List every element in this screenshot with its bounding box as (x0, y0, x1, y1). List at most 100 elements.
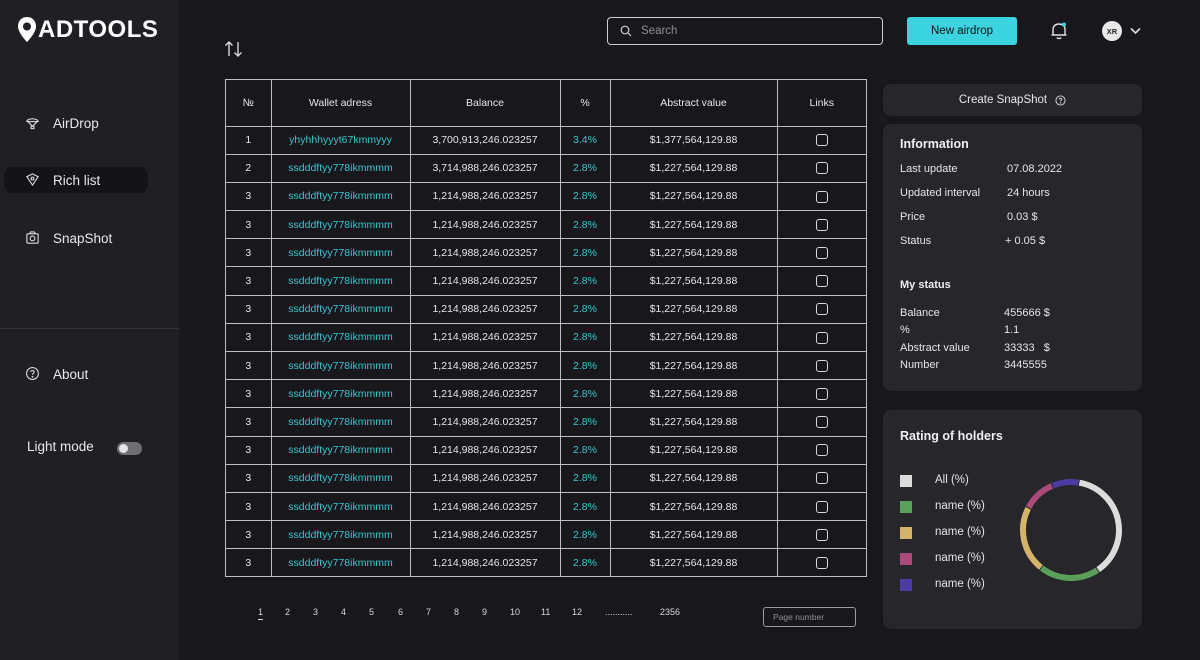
cell-links (776, 463, 866, 493)
cell-wallet-address[interactable]: ssdddftyy778ikmmmm (270, 463, 411, 493)
row-checkbox[interactable] (815, 218, 828, 231)
sidebar-item-rich-list[interactable]: Rich list (4, 167, 148, 193)
page-number-input[interactable] (773, 612, 853, 622)
cell-number: 3 (226, 491, 272, 522)
cell-number: 3 (226, 210, 272, 240)
column-header-balance: Balance (409, 80, 561, 127)
cell-abstract-value: $1,227,564,129.88 (609, 153, 778, 183)
cell-abstract-value: $1,227,564,129.88 (609, 294, 778, 324)
cell-wallet-address[interactable]: ssdddftyy778ikmmmm (270, 379, 411, 409)
sidebar-item-snapshot[interactable]: SnapShot (4, 225, 148, 251)
brand-name: ADTOOLS (38, 16, 159, 43)
pagination-page[interactable]: 1 (258, 607, 264, 620)
page-number-field[interactable] (763, 607, 856, 627)
row-checkbox[interactable] (815, 444, 828, 457)
help-circle-icon[interactable] (1055, 94, 1066, 106)
cell-wallet-address[interactable]: ssdddftyy778ikmmmm (270, 520, 411, 550)
pagination-page[interactable]: 5 (369, 607, 374, 617)
cell-balance: 1,214,988,246.023257 (409, 350, 561, 381)
pagination-page[interactable]: 4 (341, 607, 346, 617)
table-row[interactable]: 3 ssdddftyy778ikmmmm 1,214,988,246.023257 2… (226, 379, 866, 409)
table-row[interactable]: 3 ssdddftyy778ikmmmm 1,214,988,246.023257 2… (226, 407, 866, 437)
search-input[interactable] (641, 25, 871, 37)
table-row[interactable]: 1 yhyhhhyyyt67kmmyyy 3,700,913,246.023257 3… (226, 125, 866, 155)
help-circle-icon (25, 366, 41, 382)
row-checkbox[interactable] (815, 557, 828, 570)
pagination-page[interactable]: 9 (482, 607, 487, 617)
sidebar-item-airdrop[interactable]: AirDrop (4, 110, 148, 136)
row-checkbox[interactable] (815, 275, 828, 288)
cell-wallet-address[interactable]: ssdddftyy778ikmmmm (270, 181, 411, 212)
cell-links (776, 350, 866, 381)
row-checkbox[interactable] (815, 303, 828, 316)
pagination-page[interactable]: 10 (510, 607, 520, 617)
row-checkbox[interactable] (815, 134, 828, 147)
row-checkbox[interactable] (815, 246, 828, 259)
table-row[interactable]: 3 ssdddftyy778ikmmmm 1,214,988,246.023257 2… (226, 322, 866, 353)
table-row[interactable]: 3 ssdddftyy778ikmmmm 1,214,988,246.023257 2… (226, 294, 866, 324)
row-checkbox[interactable] (815, 190, 828, 203)
cell-number: 3 (226, 379, 272, 409)
cell-wallet-address[interactable]: ssdddftyy778ikmmmm (270, 153, 411, 183)
table-row[interactable]: 3 ssdddftyy778ikmmmm 1,214,988,246.023257 2… (226, 491, 866, 522)
light-mode-toggle[interactable] (117, 442, 142, 455)
table-row[interactable]: 3 ssdddftyy778ikmmmm 1,214,988,246.023257 2… (226, 520, 866, 550)
sidebar-item-label: About (53, 366, 89, 382)
table-row[interactable]: 3 ssdddftyy778ikmmmm 1,214,988,246.023257 2… (226, 238, 866, 268)
pagination-page[interactable]: 6 (398, 607, 403, 617)
table-row[interactable]: 3 ssdddftyy778ikmmmm 1,214,988,246.023257 2… (226, 210, 866, 240)
pagination-page[interactable]: 11 (541, 607, 550, 617)
sidebar-item-about[interactable]: About (4, 361, 148, 387)
table-row[interactable]: 3 ssdddftyy778ikmmmm 1,214,988,246.023257 2… (226, 266, 866, 296)
pagination-page[interactable]: 12 (572, 607, 582, 617)
sidebar-item-label: SnapShot (53, 230, 113, 246)
cell-wallet-address[interactable]: ssdddftyy778ikmmmm (270, 210, 411, 240)
cell-balance: 1,214,988,246.023257 (409, 548, 561, 577)
row-checkbox[interactable] (815, 387, 828, 400)
row-checkbox[interactable] (815, 331, 828, 344)
chevron-down-icon[interactable] (1130, 27, 1141, 35)
row-checkbox[interactable] (815, 359, 828, 372)
pagination-page[interactable]: 2 (285, 607, 290, 617)
cell-wallet-address[interactable]: ssdddftyy778ikmmmm (270, 322, 411, 353)
cell-number: 3 (226, 548, 272, 577)
table-row[interactable]: 3 ssdddftyy778ikmmmm 1,214,988,246.023257 2… (226, 548, 866, 577)
cell-wallet-address[interactable]: ssdddftyy778ikmmmm (270, 294, 411, 324)
bell-icon[interactable] (1050, 21, 1068, 40)
logo[interactable]: ADTOOLS (16, 16, 158, 44)
cell-wallet-address[interactable]: ssdddftyy778ikmmmm (270, 435, 411, 465)
cell-wallet-address[interactable]: ssdddftyy778ikmmmm (270, 491, 411, 522)
sort-icon[interactable] (224, 40, 244, 58)
cell-abstract-value: $1,227,564,129.88 (609, 520, 778, 550)
cell-abstract-value: $1,227,564,129.88 (609, 407, 778, 437)
cell-wallet-address[interactable]: ssdddftyy778ikmmmm (270, 350, 411, 381)
table-row[interactable]: 3 ssdddftyy778ikmmmm 1,214,988,246.023257 2… (226, 181, 866, 212)
pagination-page[interactable]: 3 (313, 607, 318, 617)
new-airdrop-button[interactable]: New airdrop (907, 17, 1017, 45)
search-bar[interactable] (607, 17, 883, 45)
cell-wallet-address[interactable]: yhyhhhyyyt67kmmyyy (270, 125, 411, 155)
info-value: 07.08.2022 (1007, 163, 1063, 175)
create-snapshot-button[interactable]: Create SnapShot (883, 84, 1142, 116)
legend-swatch (900, 579, 912, 591)
table-row[interactable]: 3 ssdddftyy778ikmmmm 1,214,988,246.023257 2… (226, 435, 866, 465)
row-checkbox[interactable] (815, 528, 828, 541)
pagination-page[interactable]: 2356 (660, 607, 680, 617)
info-label: Price (900, 211, 926, 223)
cell-links (776, 210, 866, 240)
pagination-page[interactable]: 7 (426, 607, 431, 617)
table-row[interactable]: 2 ssdddftyy778ikmmmm 3,714,988,246.023257 2… (226, 153, 866, 183)
table-row[interactable]: 3 ssdddftyy778ikmmmm 1,214,988,246.023257 2… (226, 463, 866, 493)
cell-wallet-address[interactable]: ssdddftyy778ikmmmm (270, 266, 411, 296)
cell-percent: 2.8% (559, 153, 611, 183)
avatar[interactable]: XR (1102, 21, 1122, 41)
cell-wallet-address[interactable]: ssdddftyy778ikmmmm (270, 238, 411, 268)
row-checkbox[interactable] (815, 162, 828, 175)
row-checkbox[interactable] (815, 472, 828, 485)
row-checkbox[interactable] (815, 500, 828, 513)
pagination-page[interactable]: 8 (454, 607, 459, 617)
cell-wallet-address[interactable]: ssdddftyy778ikmmmm (270, 548, 411, 577)
row-checkbox[interactable] (815, 416, 828, 429)
table-row[interactable]: 3 ssdddftyy778ikmmmm 1,214,988,246.023257 2… (226, 350, 866, 381)
cell-wallet-address[interactable]: ssdddftyy778ikmmmm (270, 407, 411, 437)
